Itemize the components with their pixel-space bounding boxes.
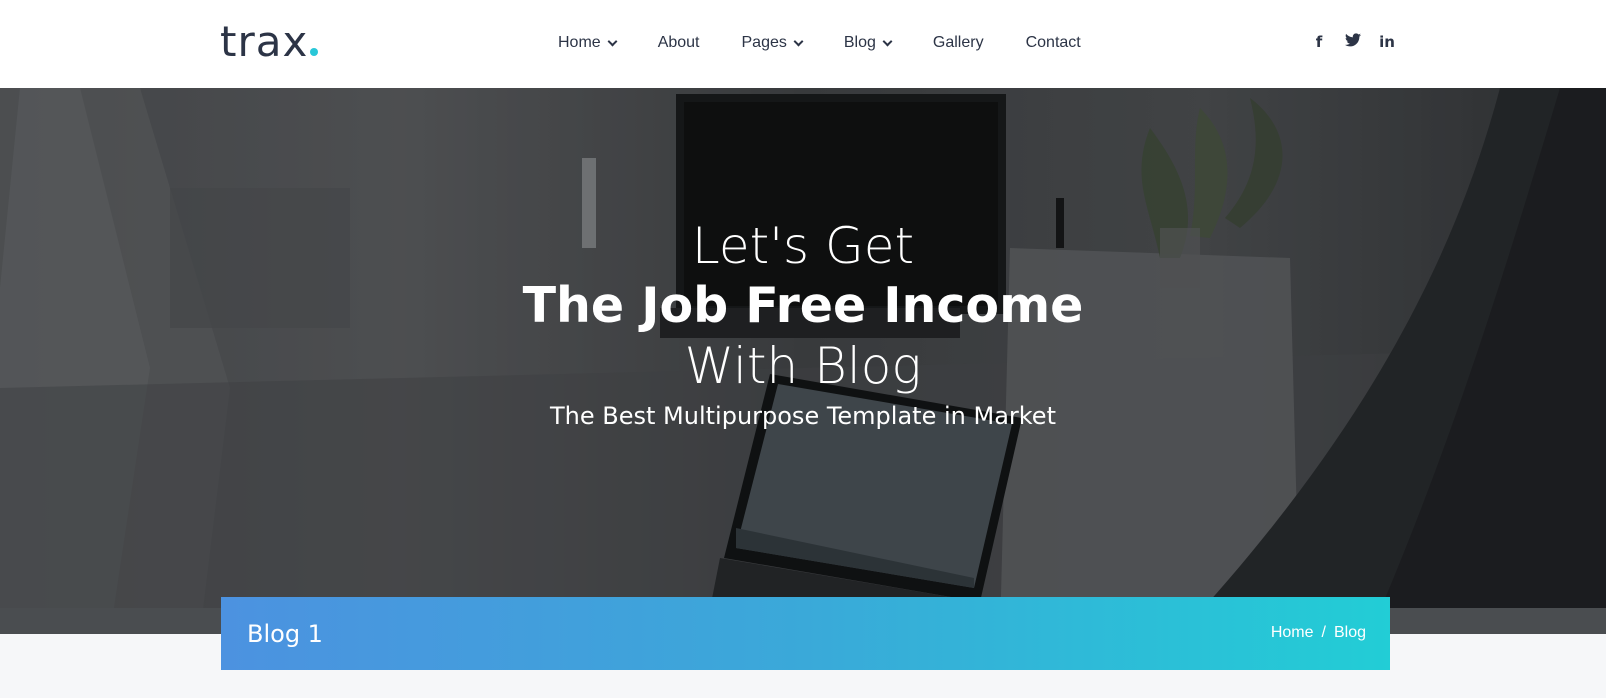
page-title-bar: Blog 1 Home / Blog [221,597,1390,670]
main-nav: Home About Pages Blog Gallery Contact [558,32,1123,54]
page-title: Blog 1 [247,620,323,648]
facebook-icon[interactable]: f [1302,32,1336,52]
site-logo[interactable]: trax [220,17,319,66]
chevron-down-icon [793,36,804,46]
site-header: trax Home About Pages Blog Gallery Conta… [0,0,1606,88]
hero-subtitle: The Best Multipurpose Template in Market [550,402,1056,430]
hero-heading-line-3: With Blog [684,337,922,395]
linkedin-icon[interactable]: in [1370,32,1404,52]
breadcrumb-current: Blog [1333,624,1366,641]
hero-banner: Let's Get The Job Free Income With Blog … [0,88,1606,634]
twitter-icon[interactable] [1336,32,1370,52]
breadcrumb-separator: / [1321,624,1326,641]
hero-heading-line-1: Let's Get [691,217,915,275]
social-links: f in [1302,32,1404,52]
twitter-bird-svg [1345,33,1361,47]
chevron-down-icon [882,36,893,46]
logo-dot [310,48,319,56]
nav-item-home[interactable]: Home [558,32,618,54]
nav-item-about[interactable]: About [658,32,700,54]
hero-heading-line-2: The Job Free Income [522,277,1084,334]
linkedin-glyph: in [1379,33,1395,51]
nav-item-pages[interactable]: Pages [741,32,804,54]
nav-item-contact[interactable]: Contact [1026,32,1081,54]
nav-label-home: Home [558,34,601,51]
nav-label-contact: Contact [1025,34,1081,51]
nav-item-blog[interactable]: Blog [843,32,893,54]
breadcrumb: Home / Blog [1271,622,1366,644]
logo-text: trax [220,17,309,66]
nav-item-gallery[interactable]: Gallery [933,32,984,54]
facebook-glyph: f [1315,33,1323,51]
nav-label-about: About [657,34,700,51]
nav-label-gallery: Gallery [932,34,984,51]
nav-label-pages: Pages [741,34,787,51]
nav-label-blog: Blog [843,34,876,51]
chevron-down-icon [607,36,618,46]
breadcrumb-home-link[interactable]: Home [1271,622,1314,644]
